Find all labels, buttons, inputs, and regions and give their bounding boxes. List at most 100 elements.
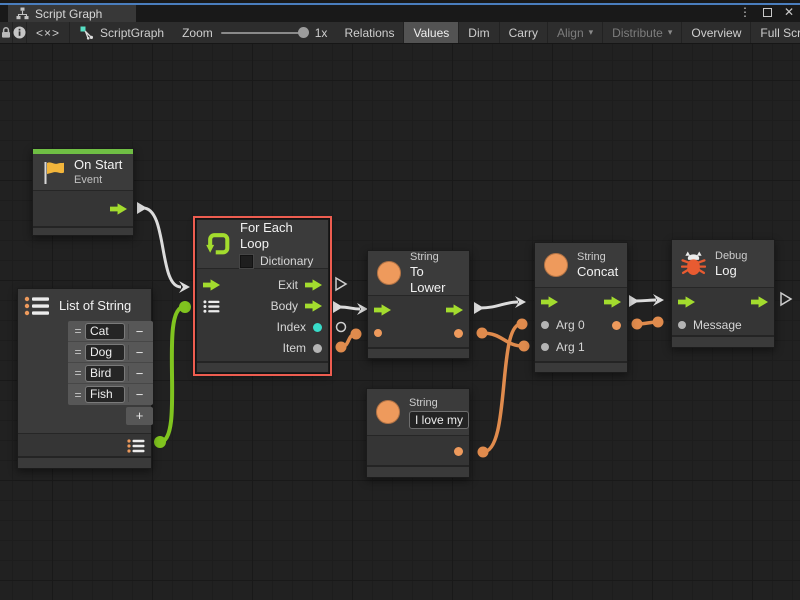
wire-list-to-foreach (160, 307, 184, 442)
flow-in-port[interactable] (678, 296, 695, 308)
graph-canvas[interactable]: On Start Event List of (0, 44, 800, 600)
exit-port[interactable] (305, 279, 322, 291)
unconnected-debug-exit-marker[interactable] (781, 293, 791, 305)
edit-graph-button[interactable]: <×> (27, 22, 70, 43)
window-menu-icon[interactable]: ⋮ (739, 5, 751, 19)
arg1-in-port[interactable] (541, 343, 549, 351)
wire-item-to-tolower (341, 334, 356, 347)
list-item-row: = Fish − (68, 384, 153, 405)
node-debug-log[interactable]: Debug Log Message (671, 239, 775, 348)
list-item-field[interactable]: Bird (85, 365, 125, 382)
port-label: Arg 0 (556, 318, 585, 332)
zoom-control: Zoom 1x (174, 22, 335, 43)
flow-wire-start-cap (137, 202, 147, 214)
flag-icon (42, 160, 65, 185)
flow-out-port[interactable] (110, 203, 127, 215)
chevron-down-icon: ▾ (668, 27, 673, 38)
unconnected-index-marker[interactable] (337, 323, 346, 332)
string-out-port[interactable] (612, 321, 621, 330)
script-graph-icon (80, 26, 94, 40)
relations-button[interactable]: Relations (335, 22, 404, 43)
flow-in-port[interactable] (203, 279, 220, 291)
string-type-icon (377, 261, 401, 285)
inspect-button[interactable] (13, 22, 27, 43)
flow-in-port[interactable] (374, 304, 391, 316)
chevron-down-icon: ▾ (589, 27, 594, 38)
port-label: Body (271, 299, 298, 313)
remove-item-button[interactable]: − (128, 387, 150, 402)
node-for-each-loop[interactable]: For Each Loop Dictionary Exit (196, 219, 329, 373)
port-label: Arg 1 (556, 340, 585, 354)
loop-icon (206, 230, 231, 258)
list-item-field[interactable]: Cat (85, 323, 125, 340)
flow-wire-arrowhead (653, 294, 664, 306)
carry-button[interactable]: Carry (500, 22, 548, 43)
tab-script-graph[interactable]: Script Graph (8, 5, 136, 22)
zoom-value: 1x (315, 26, 328, 40)
message-in-port[interactable] (678, 321, 686, 329)
drag-handle-icon[interactable]: = (71, 324, 85, 338)
list-out-port[interactable] (127, 438, 145, 454)
dim-button[interactable]: Dim (459, 22, 499, 43)
align-dropdown[interactable]: Align▾ (548, 22, 603, 43)
flow-out-port[interactable] (604, 296, 621, 308)
drag-handle-icon[interactable]: = (71, 366, 85, 380)
drag-handle-icon[interactable]: = (71, 345, 85, 359)
code-icon: <×> (36, 26, 60, 40)
values-button[interactable]: Values (404, 22, 459, 43)
node-string-literal[interactable]: String I love my (366, 388, 470, 478)
list-wire-endpoint (154, 436, 166, 448)
remove-item-button[interactable]: − (128, 366, 150, 381)
wire-tolower-to-arg1 (482, 333, 523, 346)
unconnected-exit-marker[interactable] (336, 278, 346, 290)
node-title: Concat (577, 264, 618, 280)
string-in-port[interactable] (374, 329, 382, 337)
zoom-slider[interactable] (221, 32, 307, 34)
tab-title: Script Graph (35, 7, 102, 21)
zoom-slider-handle[interactable] (298, 27, 309, 38)
list-item-row: = Bird − (68, 363, 153, 384)
value-wire-endpoint (519, 341, 530, 352)
flow-in-port[interactable] (541, 296, 558, 308)
list-item-field[interactable]: Fish (85, 386, 125, 403)
arg0-in-port[interactable] (541, 321, 549, 329)
node-on-start[interactable]: On Start Event (32, 148, 134, 236)
remove-item-button[interactable]: − (128, 345, 150, 360)
index-port[interactable] (313, 323, 322, 332)
string-type-icon (376, 400, 400, 424)
node-list-of-string[interactable]: List of String = Cat − = Dog − = (17, 288, 152, 469)
wire-onstart-to-foreach (143, 208, 181, 287)
add-item-button[interactable]: + (126, 407, 153, 425)
node-footer (33, 226, 133, 235)
window-maximize-icon[interactable] (763, 8, 772, 17)
port-label: Item (283, 341, 306, 355)
graph-toolbar: <×> ScriptGraph Zoom 1x Relations Values… (0, 22, 800, 44)
drag-handle-icon[interactable]: = (71, 388, 85, 402)
node-footer (18, 456, 151, 468)
string-value-field[interactable]: I love my (409, 411, 469, 429)
full-screen-button[interactable]: Full Screen (751, 22, 800, 43)
distribute-dropdown[interactable]: Distribute▾ (603, 22, 682, 43)
list-item-row: = Dog − (68, 342, 153, 363)
zoom-label: Zoom (182, 26, 213, 40)
flow-out-port[interactable] (446, 304, 463, 316)
node-title: On Start (74, 157, 122, 173)
node-string-to-lower[interactable]: String To Lower (367, 250, 470, 359)
item-port[interactable] (313, 344, 322, 353)
string-out-port[interactable] (454, 447, 463, 456)
value-wire-endpoint (632, 319, 643, 330)
overview-button[interactable]: Overview (682, 22, 751, 43)
list-item-field[interactable]: Dog (85, 344, 125, 361)
body-port[interactable] (305, 300, 322, 312)
list-item-row: = Cat − (68, 321, 153, 342)
flow-out-port[interactable] (751, 296, 768, 308)
lock-button[interactable] (0, 22, 13, 43)
node-string-concat[interactable]: String Concat Arg 0 Arg 1 (534, 242, 628, 373)
dictionary-checkbox[interactable] (240, 255, 253, 268)
window-close-icon[interactable]: ✕ (784, 5, 794, 19)
remove-item-button[interactable]: − (128, 324, 150, 339)
string-out-port[interactable] (454, 329, 463, 338)
list-in-port[interactable] (203, 299, 220, 314)
value-wire-endpoint (517, 319, 528, 330)
value-wire-endpoint (336, 342, 347, 353)
